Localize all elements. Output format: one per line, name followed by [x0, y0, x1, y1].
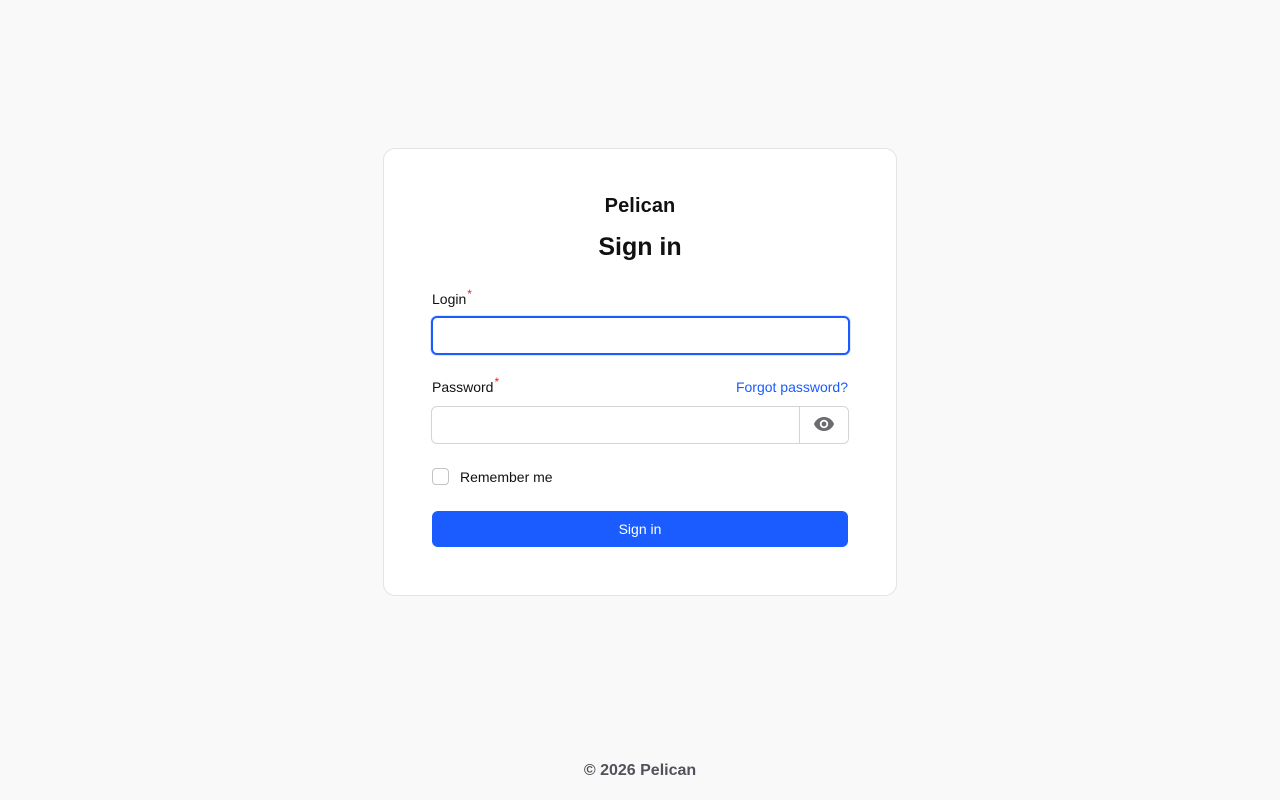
login-card: Pelican Sign in Login* Password* Forgot … [383, 148, 897, 596]
password-field-group [431, 406, 849, 444]
brand-name: Pelican [604, 195, 676, 217]
password-label-text: Password [432, 379, 494, 395]
password-input[interactable] [432, 407, 799, 443]
footer-copyright: © 2026 Pelican [583, 762, 697, 779]
login-required-marker: * [467, 287, 472, 301]
sign-in-button[interactable]: Sign in [432, 511, 848, 547]
password-label: Password* [432, 375, 499, 395]
remember-me-row[interactable]: Remember me [432, 468, 553, 485]
show-password-button[interactable] [799, 407, 848, 443]
eye-icon [813, 416, 835, 435]
password-required-marker: * [494, 375, 500, 389]
remember-me-label[interactable]: Remember me [460, 469, 553, 485]
login-input[interactable] [431, 316, 850, 355]
forgot-password-link[interactable]: Forgot password? [736, 379, 848, 395]
login-label: Login* [432, 287, 472, 307]
login-label-text: Login [432, 291, 467, 307]
page-title: Sign in [598, 233, 682, 261]
remember-me-checkbox[interactable] [432, 468, 449, 485]
